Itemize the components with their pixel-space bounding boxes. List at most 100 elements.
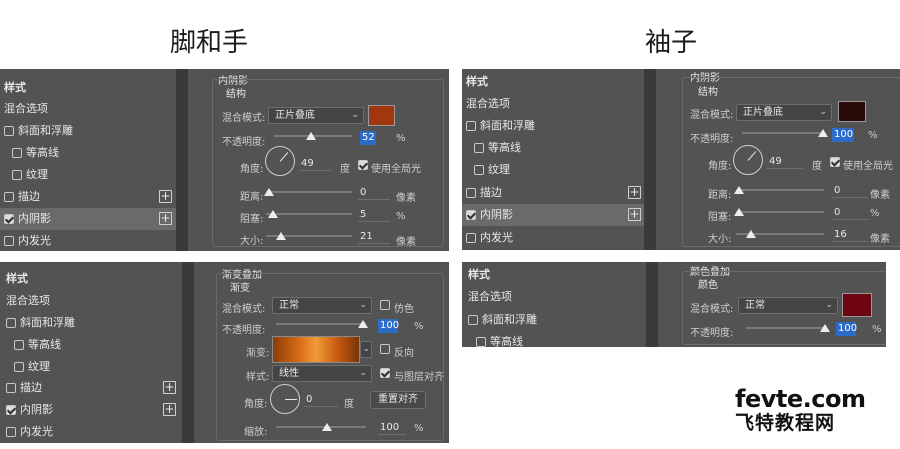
style-item-texture[interactable]: 纹理 <box>462 159 644 181</box>
angle-input[interactable]: 49 <box>299 157 331 171</box>
opacity-slider[interactable] <box>742 132 822 134</box>
scale-slider-thumb[interactable] <box>322 423 332 431</box>
style-item-inner-glow[interactable]: 内发光 <box>0 421 182 443</box>
style-list-header[interactable]: 样式 <box>4 77 26 99</box>
style-item-bevel[interactable]: 斜面和浮雕 <box>0 312 182 334</box>
inner-glow-checkbox[interactable] <box>466 233 476 243</box>
align-with-layer-checkbox[interactable] <box>380 368 390 378</box>
inner-shadow-checkbox[interactable] <box>466 210 476 220</box>
style-item-contour[interactable]: 等高线 <box>0 142 176 164</box>
opacity-slider-thumb[interactable] <box>358 320 368 328</box>
style-item-texture[interactable]: 纹理 <box>0 164 176 186</box>
inner-glow-checkbox[interactable] <box>6 427 16 437</box>
bevel-checkbox[interactable] <box>6 318 16 328</box>
distance-slider-thumb[interactable] <box>734 186 744 194</box>
distance-input[interactable]: 0 <box>358 186 390 200</box>
contour-checkbox[interactable] <box>14 340 24 350</box>
style-item-inner-glow[interactable]: 内发光 <box>462 227 644 249</box>
add-stroke-icon[interactable]: + <box>163 381 176 394</box>
add-inner-shadow-icon[interactable]: + <box>159 212 172 225</box>
shadow-color-swatch[interactable] <box>838 101 866 122</box>
style-item-inner-shadow[interactable]: 内阴影 + <box>0 399 182 421</box>
opacity-input[interactable]: 100 <box>378 319 399 333</box>
style-list-header[interactable]: 样式 <box>6 268 28 290</box>
scale-slider[interactable] <box>276 426 366 428</box>
style-item-blend-options[interactable]: 混合选项 <box>468 286 512 308</box>
opacity-slider-thumb[interactable] <box>820 324 830 332</box>
style-item-texture[interactable]: 纹理 <box>0 356 182 378</box>
style-item-stroke[interactable]: 描边 + <box>462 182 644 204</box>
angle-dial[interactable] <box>270 384 300 414</box>
reset-alignment-button[interactable]: 重置对齐 <box>370 391 426 409</box>
scale-input[interactable]: 100 <box>378 421 406 435</box>
style-item-contour[interactable]: 等高线 <box>462 331 646 347</box>
stroke-checkbox[interactable] <box>4 192 14 202</box>
texture-checkbox[interactable] <box>12 170 22 180</box>
overlay-color-swatch[interactable] <box>842 293 872 317</box>
bevel-checkbox[interactable] <box>468 315 478 325</box>
inner-shadow-checkbox[interactable] <box>4 214 14 224</box>
choke-slider[interactable] <box>266 213 352 215</box>
angle-dial[interactable] <box>733 145 763 175</box>
style-item-contour[interactable]: 等高线 <box>0 334 182 356</box>
size-slider-thumb[interactable] <box>276 232 286 240</box>
choke-slider[interactable] <box>736 211 824 213</box>
blend-mode-select[interactable]: 正常 ⌄ <box>272 297 372 314</box>
distance-slider-thumb[interactable] <box>264 188 274 196</box>
style-item-stroke[interactable]: 描边 + <box>0 186 176 208</box>
opacity-input[interactable]: 100 <box>836 322 857 336</box>
opacity-input[interactable]: 100 <box>832 128 854 142</box>
blend-mode-select[interactable]: 正片叠底 ⌄ <box>268 107 364 124</box>
opacity-slider-thumb[interactable] <box>306 132 316 140</box>
style-item-blend-options[interactable]: 混合选项 <box>466 93 510 115</box>
style-item-bevel[interactable]: 斜面和浮雕 <box>462 309 646 331</box>
style-list-header[interactable]: 样式 <box>468 264 490 286</box>
add-stroke-icon[interactable]: + <box>628 186 641 199</box>
style-item-inner-shadow[interactable]: 内阴影 + <box>462 204 644 226</box>
add-inner-shadow-icon[interactable]: + <box>163 403 176 416</box>
global-light-checkbox[interactable] <box>830 157 840 167</box>
opacity-slider-thumb[interactable] <box>818 129 828 137</box>
angle-input[interactable]: 49 <box>767 155 803 169</box>
choke-slider-thumb[interactable] <box>268 210 278 218</box>
style-item-inner-shadow[interactable]: 内阴影 + <box>0 208 176 230</box>
opacity-input[interactable]: 52 <box>360 131 376 145</box>
contour-checkbox[interactable] <box>12 148 22 158</box>
add-stroke-icon[interactable]: + <box>159 190 172 203</box>
contour-checkbox[interactable] <box>476 337 486 347</box>
distance-slider[interactable] <box>736 189 824 191</box>
size-input[interactable]: 21 <box>358 230 390 244</box>
style-list-header[interactable]: 样式 <box>466 71 488 93</box>
style-item-bevel[interactable]: 斜面和浮雕 <box>462 115 644 137</box>
inner-shadow-checkbox[interactable] <box>6 405 16 415</box>
texture-checkbox[interactable] <box>14 362 24 372</box>
contour-checkbox[interactable] <box>474 143 484 153</box>
reverse-checkbox[interactable] <box>380 344 390 354</box>
style-item-blend-options[interactable]: 混合选项 <box>6 290 50 312</box>
choke-input[interactable]: 0 <box>832 206 868 220</box>
opacity-slider[interactable] <box>746 327 826 329</box>
gradient-picker-button[interactable]: ⌄ <box>360 341 372 358</box>
shadow-color-swatch[interactable] <box>368 105 395 126</box>
angle-dial[interactable] <box>265 146 295 176</box>
add-inner-shadow-icon[interactable]: + <box>628 208 641 221</box>
bevel-checkbox[interactable] <box>4 126 14 136</box>
bevel-checkbox[interactable] <box>466 121 476 131</box>
dither-checkbox[interactable] <box>380 300 390 310</box>
style-item-contour[interactable]: 等高线 <box>462 137 644 159</box>
size-slider-thumb[interactable] <box>746 230 756 238</box>
texture-checkbox[interactable] <box>474 165 484 175</box>
angle-input[interactable]: 0 <box>304 393 338 407</box>
opacity-slider[interactable] <box>276 323 366 325</box>
stroke-checkbox[interactable] <box>466 188 476 198</box>
stroke-checkbox[interactable] <box>6 383 16 393</box>
choke-slider-thumb[interactable] <box>734 208 744 216</box>
style-item-inner-glow[interactable]: 内发光 <box>0 230 176 251</box>
style-item-stroke[interactable]: 描边 + <box>0 377 182 399</box>
blend-mode-select[interactable]: 正常 ⌄ <box>738 297 838 314</box>
gradient-preview[interactable] <box>272 336 360 363</box>
distance-slider[interactable] <box>266 191 352 193</box>
choke-input[interactable]: 5 <box>358 208 390 222</box>
style-item-bevel[interactable]: 斜面和浮雕 <box>0 120 176 142</box>
style-item-blend-options[interactable]: 混合选项 <box>4 98 48 120</box>
